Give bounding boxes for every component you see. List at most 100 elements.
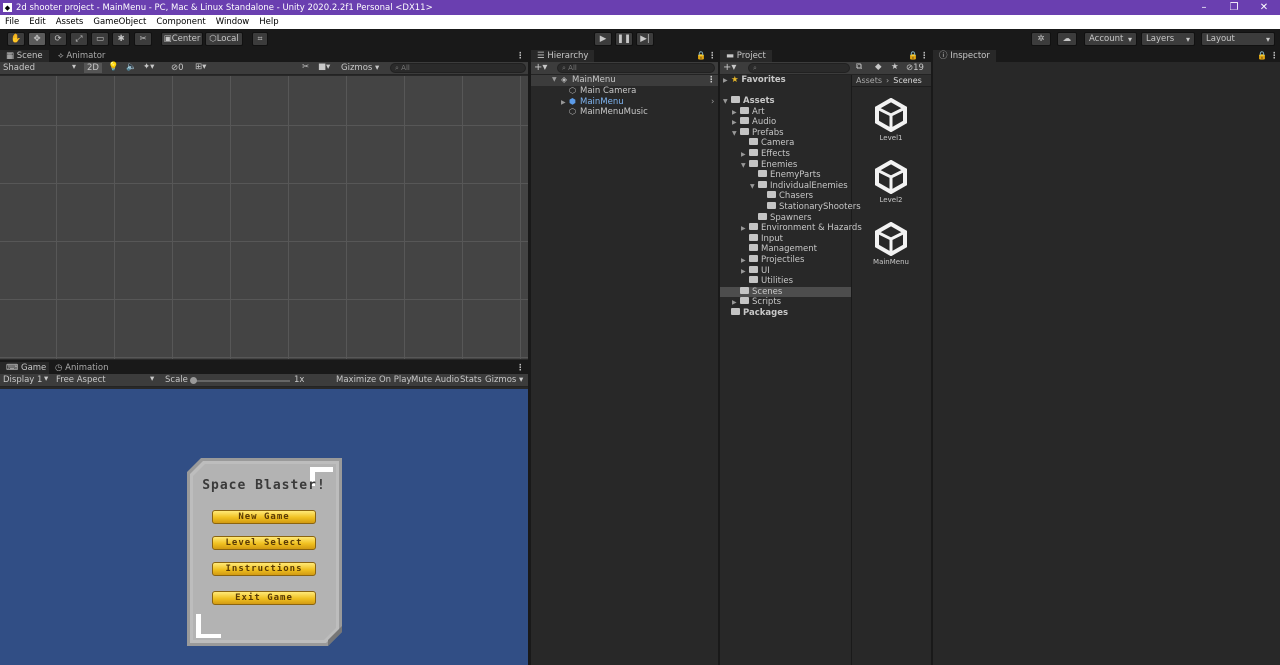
hierarchy-lock-icon[interactable]: 🔒 (696, 50, 706, 62)
pivot-center-button[interactable]: ▣ Center (161, 32, 203, 46)
hierarchy-scene-row[interactable]: ▼ ◈ MainMenu ⋮ (531, 75, 718, 86)
pause-button[interactable]: ❚❚ (615, 32, 633, 46)
stats-toggle[interactable]: Stats (460, 375, 482, 385)
scene-search-input[interactable]: ⌕ All (390, 63, 526, 73)
account-dropdown[interactable]: Account (1084, 32, 1137, 46)
camera-icon[interactable]: ■▾ (318, 62, 330, 72)
project-folder-row[interactable]: ▼ Enemies (720, 159, 851, 171)
layers-dropdown[interactable]: Layers (1141, 32, 1195, 46)
project-folder-row[interactable]: StationaryShooters (720, 202, 861, 213)
project-folder-row[interactable]: Utilities (720, 276, 851, 287)
tab-inspector[interactable]: ⓘ Inspector (933, 50, 996, 62)
maximize-icon[interactable]: ❐ (1219, 0, 1249, 15)
hierarchy-search-input[interactable]: ⌕ All (557, 63, 715, 73)
tab-game[interactable]: ⌨ Game (0, 362, 53, 374)
menu-window[interactable]: Window (211, 17, 255, 27)
inspector-kebab-icon[interactable]: ⋮ (1270, 50, 1279, 62)
hidden-objects-toggle[interactable]: ⊘0 (171, 63, 184, 73)
scene-kebab-icon[interactable]: ⋮ (516, 50, 525, 62)
project-folder-row[interactable]: ▶ UI (720, 265, 851, 277)
hierarchy-add-icon[interactable]: +▾ (534, 62, 547, 73)
menu-help[interactable]: Help (254, 17, 283, 27)
grid-snap-icon[interactable]: ⊞▾ (195, 62, 206, 72)
close-icon[interactable]: ✕ (1249, 0, 1279, 15)
step-button[interactable]: ▶| (636, 32, 654, 46)
effects-icon[interactable]: ✦▾ (143, 62, 154, 72)
shading-mode-dropdown[interactable]: Shaded (3, 63, 35, 73)
project-folder-row[interactable]: ▶ Effects (720, 149, 851, 160)
aspect-dropdown[interactable]: Free Aspect (56, 375, 106, 385)
exit-game-button[interactable]: Exit Game (212, 591, 316, 605)
project-folder-row[interactable]: Camera (720, 138, 851, 149)
project-folder-row[interactable]: Scenes (720, 286, 851, 298)
scene-viewport[interactable] (0, 76, 528, 359)
cloud-icon[interactable]: ☁ (1057, 32, 1077, 46)
tab-scene[interactable]: ▦ Scene (0, 50, 49, 62)
custom-tool-icon[interactable]: ✂ (134, 32, 152, 46)
project-folder-row[interactable]: ▶ Projectiles (720, 255, 851, 266)
project-folder-row[interactable]: ▶ Scripts (720, 297, 851, 308)
move-tool-icon[interactable]: ✥ (28, 32, 46, 46)
search-by-type-icon[interactable]: ⧉ (856, 62, 862, 72)
instructions-button[interactable]: Instructions (212, 562, 316, 576)
search-by-label-icon[interactable]: ◆ (875, 62, 882, 72)
hierarchy-kebab-icon[interactable]: ⋮ (708, 50, 717, 62)
scale-tool-icon[interactable]: ⤢ (70, 32, 88, 46)
breadcrumb-scenes[interactable]: Scenes (893, 76, 922, 85)
scale-slider-handle[interactable] (190, 377, 197, 384)
lighting-icon[interactable]: 💡 (108, 62, 119, 72)
2d-toggle[interactable]: 2D (84, 63, 102, 73)
menu-gameobject[interactable]: GameObject (88, 17, 151, 27)
gizmos-dropdown[interactable]: Gizmos ▾ (341, 63, 379, 73)
menu-edit[interactable]: Edit (24, 17, 50, 27)
layout-dropdown[interactable]: Layout (1201, 32, 1275, 46)
menu-assets[interactable]: Assets (51, 17, 89, 27)
tab-animator[interactable]: ⟡ Animator (52, 50, 112, 62)
audio-icon[interactable]: 🔈 (126, 62, 137, 72)
new-game-button[interactable]: New Game (212, 510, 316, 524)
maximize-on-play-toggle[interactable]: Maximize On Play (336, 375, 411, 385)
hierarchy-item-main-camera[interactable]: ⬡ Main Camera (569, 86, 636, 97)
menu-file[interactable]: File (0, 17, 24, 27)
collab-icon[interactable]: ✲ (1031, 32, 1051, 46)
hierarchy-item-mainmenu[interactable]: ▶ ⬢ MainMenu › (561, 97, 718, 108)
play-button[interactable]: ▶ (594, 32, 612, 46)
project-folder-row[interactable]: Input (720, 233, 851, 245)
game-gizmos-dropdown[interactable]: Gizmos ▾ (485, 375, 523, 385)
transform-tool-icon[interactable]: ✱ (112, 32, 130, 46)
project-folder-row[interactable]: ▶ Environment & Hazards (720, 223, 862, 234)
level-select-button[interactable]: Level Select (212, 536, 316, 550)
space-local-button[interactable]: ⬡ Local (205, 32, 243, 46)
rect-tool-icon[interactable]: ▭ (91, 32, 109, 46)
scene-asset-level1[interactable]: Level1 (856, 97, 926, 142)
game-kebab-icon[interactable]: ⋮ (516, 362, 525, 374)
rotate-tool-icon[interactable]: ⟳ (49, 32, 67, 46)
project-folder-row[interactable]: ▶ Audio (720, 117, 851, 128)
scene-asset-mainmenu[interactable]: MainMenu (856, 221, 926, 266)
tab-hierarchy[interactable]: ☰ Hierarchy (531, 50, 595, 62)
project-folder-row[interactable]: ▼ Assets (720, 96, 851, 107)
project-folder-row[interactable]: ▼ IndividualEnemies (720, 180, 851, 192)
snap-icon[interactable]: ⌗ (252, 32, 268, 46)
scene-asset-level2[interactable]: Level2 (856, 159, 926, 204)
project-folder-row[interactable]: Management (720, 244, 851, 255)
menu-component[interactable]: Component (151, 17, 210, 27)
hierarchy-item-mainmenumusic[interactable]: ⬡ MainMenuMusic (569, 107, 648, 118)
project-search-input[interactable]: ⌕ (748, 63, 850, 73)
project-folder-row[interactable]: Chasers (720, 191, 851, 202)
project-splitter[interactable] (851, 75, 852, 665)
minimize-icon[interactable]: – (1189, 0, 1219, 15)
project-folder-row[interactable]: Packages (720, 308, 851, 319)
scene-kebab-icon[interactable]: ⋮ (707, 75, 716, 86)
project-folder-row[interactable]: Spawners (720, 212, 851, 224)
project-folder-row[interactable]: EnemyParts (720, 170, 851, 181)
favorites-row[interactable]: ▶ ★ Favorites (723, 75, 786, 86)
project-lock-icon[interactable]: 🔒 (908, 50, 918, 62)
hand-tool-icon[interactable]: ✋ (7, 32, 25, 46)
breadcrumb-assets[interactable]: Assets (856, 76, 882, 85)
project-hidden-toggle[interactable]: ⊘19 (906, 63, 924, 73)
tab-project[interactable]: ▬ Project (720, 50, 772, 62)
scale-slider[interactable] (190, 377, 290, 384)
project-add-icon[interactable]: +▾ (723, 62, 736, 73)
mute-audio-toggle[interactable]: Mute Audio (411, 375, 459, 385)
